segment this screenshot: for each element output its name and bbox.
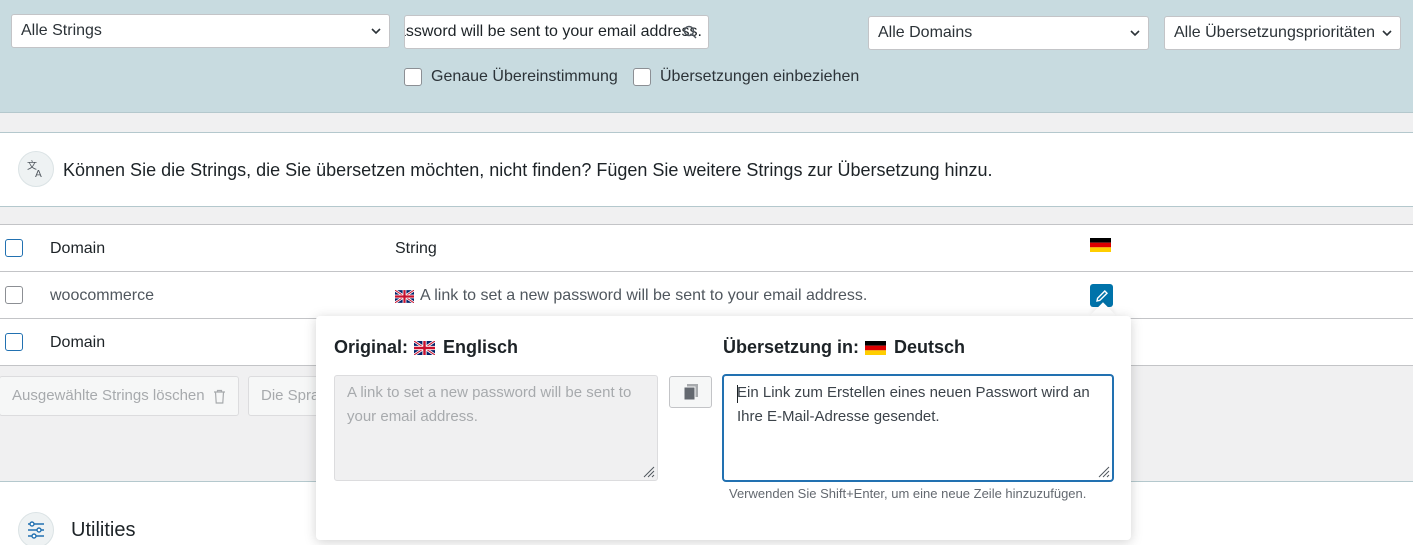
priority-select[interactable]: Alle Übersetzungsprioritäten: [1164, 16, 1401, 50]
translation-textarea[interactable]: Ein Link zum Erstellen eines neuen Passw…: [723, 375, 1113, 481]
delete-selected-label: Ausgewählte Strings löschen: [12, 387, 205, 404]
resize-handle-icon[interactable]: [641, 464, 655, 478]
uk-flag-icon: [414, 340, 436, 355]
original-text-field: A link to set a new password will be sen…: [334, 375, 658, 481]
chevron-down-icon: [371, 28, 381, 35]
original-text: A link to set a new password will be sen…: [347, 384, 632, 425]
original-language: Englisch: [443, 337, 519, 357]
include-translations-option[interactable]: Übersetzungen einbeziehen: [633, 68, 859, 86]
column-header-domain[interactable]: Domain: [50, 240, 105, 258]
chevron-down-icon: [1130, 30, 1140, 37]
notice-text[interactable]: Können Sie die Strings, die Sie übersetz…: [63, 160, 993, 181]
include-translations-checkbox[interactable]: [633, 68, 651, 86]
de-flag-icon: [865, 340, 887, 355]
domain-select[interactable]: Alle Domains: [868, 16, 1149, 50]
string-type-select[interactable]: Alle Strings: [11, 14, 390, 48]
translation-language: Deutsch: [894, 337, 966, 357]
column-footer-domain[interactable]: Domain: [50, 334, 105, 352]
translate-icon: 文A: [18, 151, 54, 187]
copy-icon: [683, 384, 698, 401]
resize-handle-icon[interactable]: [1096, 464, 1110, 478]
add-strings-notice: 文A Können Sie die Strings, die Sie übers…: [0, 132, 1413, 207]
translation-label: Übersetzung in:: [723, 337, 860, 357]
row-string: A link to set a new password will be sen…: [395, 287, 867, 305]
table-header-row: Domain String: [0, 225, 1413, 272]
exact-match-label: Genaue Übereinstimmung: [431, 68, 618, 85]
delete-selected-button[interactable]: Ausgewählte Strings löschen: [0, 376, 239, 416]
original-label: Original:: [334, 337, 409, 357]
text-caret: [737, 385, 738, 403]
search-input-value: A link to set a new password will be sen…: [405, 23, 702, 40]
change-language-label: Die Spra: [261, 387, 320, 404]
utilities-title: Utilities: [71, 519, 136, 541]
svg-text:A: A: [35, 169, 42, 179]
domain-select-value: Alle Domains: [878, 24, 973, 41]
chevron-down-icon: [1382, 30, 1392, 37]
trash-icon: [213, 389, 225, 404]
translation-heading: Übersetzung in: Deutsch: [723, 337, 965, 358]
row-checkbox[interactable]: [5, 286, 23, 304]
de-flag-icon: [1090, 238, 1111, 257]
search-input[interactable]: A link to set a new password will be sen…: [404, 15, 709, 49]
newline-hint: Verwenden Sie Shift+Enter, um eine neue …: [729, 486, 1087, 501]
include-translations-label: Übersetzungen einbeziehen: [660, 68, 860, 85]
table-row: woocommerce A link to set a new password…: [0, 272, 1413, 319]
row-domain: woocommerce: [50, 287, 155, 304]
filter-bar: Alle Strings A link to set a new passwor…: [0, 0, 1413, 113]
copy-original-button[interactable]: [669, 376, 712, 408]
exact-match-checkbox[interactable]: [404, 68, 422, 86]
original-heading: Original: Englisch: [334, 337, 518, 358]
translation-editor-popup: Original: Englisch Übersetzung in: Deuts…: [316, 316, 1131, 540]
priority-select-value: Alle Übersetzungsprioritäten: [1174, 24, 1375, 41]
translation-text: Ein Link zum Erstellen eines neuen Passw…: [737, 384, 1090, 425]
string-type-value: Alle Strings: [21, 22, 102, 39]
search-icon[interactable]: [683, 25, 697, 39]
pencil-icon: [1095, 289, 1108, 302]
uk-flag-icon: [395, 289, 414, 303]
row-string-text: A link to set a new password will be sen…: [420, 287, 868, 304]
sliders-icon: [18, 512, 54, 545]
exact-match-option[interactable]: Genaue Übereinstimmung: [404, 68, 618, 86]
select-all-footer-checkbox[interactable]: [5, 333, 23, 351]
select-all-checkbox[interactable]: [5, 239, 23, 257]
column-header-string[interactable]: String: [395, 240, 437, 258]
